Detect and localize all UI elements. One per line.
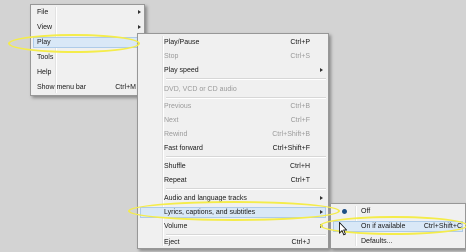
- menu-item-view[interactable]: View: [33, 22, 142, 33]
- shortcut-label: Ctrl+M: [115, 84, 136, 91]
- menu-item-eject[interactable]: Eject Ctrl+J: [140, 237, 326, 248]
- captions-submenu: Off On if available Ctrl+Shift+C Default…: [330, 203, 466, 249]
- menu-item-stop[interactable]: Stop Ctrl+S: [140, 51, 326, 62]
- menu-separator: [166, 156, 326, 158]
- menu-item-repeat[interactable]: Repeat Ctrl+T: [140, 175, 326, 186]
- menu-item-next[interactable]: Next Ctrl+F: [140, 115, 326, 126]
- menu-separator: [166, 78, 326, 80]
- menu-item-show-menu-bar[interactable]: Show menu bar Ctrl+M: [33, 82, 142, 93]
- shortcut-label: Ctrl+F: [290, 117, 310, 124]
- menu-item-tools[interactable]: Tools: [33, 52, 142, 63]
- menu-item-shuffle[interactable]: Shuffle Ctrl+H: [140, 161, 326, 172]
- radio-selected-icon: [342, 209, 347, 214]
- submenu-arrow-icon: [320, 224, 323, 228]
- submenu-arrow-icon: [320, 210, 323, 214]
- shortcut-label: Ctrl+P: [290, 39, 310, 46]
- shortcut-label: Ctrl+J: [291, 239, 310, 246]
- submenu-arrow-icon: [320, 196, 323, 200]
- menu-item-play-speed[interactable]: Play speed: [140, 65, 326, 76]
- menu-item-dvd-vcd-cd-audio[interactable]: DVD, VCD or CD audio: [140, 84, 326, 95]
- menu-item-play-pause[interactable]: Play/Pause Ctrl+P: [140, 37, 326, 48]
- menu-separator: [166, 97, 326, 99]
- menu-item-on-if-available[interactable]: On if available Ctrl+Shift+C: [333, 221, 463, 232]
- shortcut-label: Ctrl+S: [290, 53, 310, 60]
- play-submenu: Play/Pause Ctrl+P Stop Ctrl+S Play speed…: [137, 33, 329, 249]
- submenu-arrow-icon: [138, 10, 141, 14]
- menu-item-fast-forward[interactable]: Fast forward Ctrl+Shift+F: [140, 143, 326, 154]
- shortcut-label: Ctrl+Shift+B: [272, 131, 310, 138]
- menu-item-help[interactable]: Help: [33, 67, 142, 78]
- menu-item-audio-language-tracks[interactable]: Audio and language tracks: [140, 193, 326, 204]
- menu-item-file[interactable]: File: [33, 7, 142, 18]
- menu-item-previous[interactable]: Previous Ctrl+B: [140, 101, 326, 112]
- shortcut-label: Ctrl+Shift+F: [272, 145, 310, 152]
- menu-item-defaults[interactable]: Defaults...: [333, 236, 463, 247]
- menu-item-lyrics-captions-subtitles[interactable]: Lyrics, captions, and subtitles: [140, 207, 326, 218]
- main-menu: File View Play Tools Help Show menu bar …: [30, 4, 145, 96]
- shortcut-label: Ctrl+B: [290, 103, 310, 110]
- menu-separator: [166, 188, 326, 190]
- menu-item-captions-off[interactable]: Off: [333, 206, 463, 217]
- menu-separator: [166, 234, 326, 236]
- mouse-pointer-icon: [339, 222, 347, 236]
- menu-item-play[interactable]: Play: [33, 37, 142, 48]
- menu-item-volume[interactable]: Volume: [140, 221, 326, 232]
- shortcut-label: Ctrl+Shift+C: [423, 223, 462, 230]
- submenu-arrow-icon: [320, 68, 323, 72]
- shortcut-label: Ctrl+T: [290, 177, 310, 184]
- menu-item-rewind[interactable]: Rewind Ctrl+Shift+B: [140, 129, 326, 140]
- submenu-arrow-icon: [138, 25, 141, 29]
- shortcut-label: Ctrl+H: [289, 163, 310, 170]
